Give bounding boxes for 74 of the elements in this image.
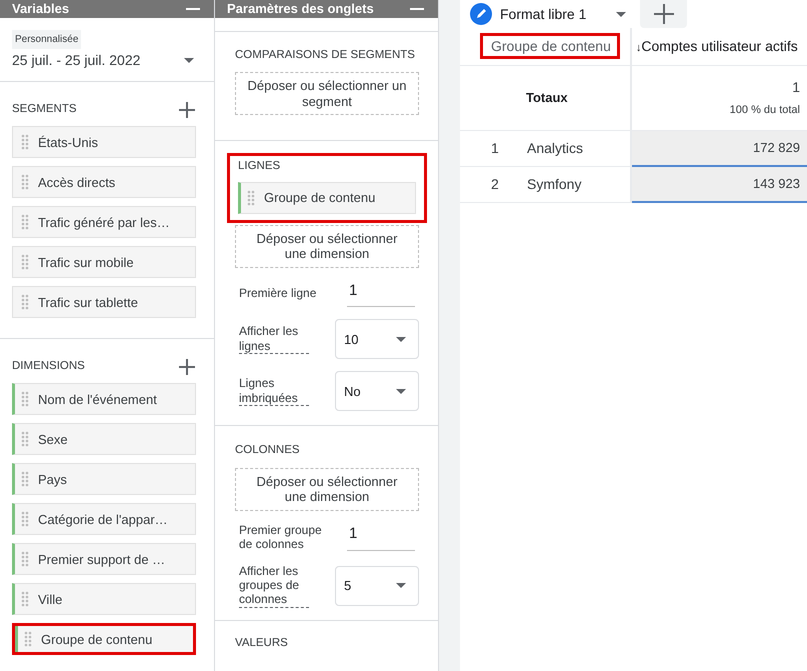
totals-share: 100 % du total (728, 102, 800, 118)
add-icon[interactable] (179, 102, 195, 118)
totals-label: Totaux (526, 90, 568, 105)
section-heading: SEGMENTS (12, 102, 77, 117)
add-tab-button[interactable] (640, 0, 688, 28)
drag-handle-icon (247, 190, 255, 206)
dimension-chip[interactable]: Sexe (12, 423, 196, 456)
segment-chip[interactable]: Trafic sur mobile (12, 246, 196, 278)
metric-cell: 143 923 (630, 166, 807, 202)
date-range-picker[interactable]: 25 juil. - 25 juil. 2022 (12, 50, 194, 71)
panel-title: Paramètres des onglets (227, 0, 374, 18)
segment-chip[interactable]: Trafic généré par les… (12, 206, 196, 238)
dimension-chip[interactable]: Premier support de … (12, 543, 196, 576)
drag-handle-icon (21, 254, 29, 270)
section-heading: LIGNES (238, 159, 282, 174)
number-input[interactable]: 1 (347, 523, 415, 551)
section-heading: DIMENSIONS (12, 359, 85, 374)
section-heading: COLONNES (235, 443, 301, 458)
pencil-icon[interactable] (470, 3, 492, 25)
drag-handle-icon (21, 214, 29, 230)
row-index: 1 (490, 138, 500, 158)
drag-handle-icon (21, 591, 29, 608)
segment-chip[interactable]: Trafic sur tablette (12, 286, 196, 318)
sort-indicator: ↓ (636, 42, 642, 54)
metric-cell: 172 829 (630, 130, 807, 166)
dimension-chip[interactable]: Nom de l'événement (12, 383, 196, 416)
drop-zone[interactable]: Déposer ou sélectionner une dimension (235, 468, 419, 511)
drop-zone[interactable]: Déposer ou sélectionner une dimension (235, 224, 419, 268)
dimension-chip[interactable]: Catégorie de l'appar… (12, 503, 196, 536)
date-range-label: Personnalisée (12, 30, 82, 49)
caret-icon[interactable] (396, 583, 406, 588)
column-header: Groupe de contenu (480, 32, 620, 59)
section-heading: COMPARAISONS DE SEGMENTS (235, 48, 416, 63)
drop-zone[interactable]: Déposer ou sélectionner un segment (235, 72, 419, 116)
minimize-icon[interactable] (186, 7, 200, 11)
drag-handle-icon (21, 391, 29, 408)
caret-icon[interactable] (616, 12, 626, 16)
caret-icon[interactable] (184, 58, 194, 63)
drag-handle-icon (21, 174, 29, 190)
row-index: 2 (490, 174, 500, 194)
totals-value: 1 (791, 78, 800, 97)
drag-handle-icon (21, 551, 29, 568)
dropdown-select[interactable]: 5 (335, 566, 419, 606)
caret-icon[interactable] (396, 388, 406, 394)
segment-chip[interactable]: États-Unis (12, 126, 196, 158)
number-input[interactable]: 1 (347, 280, 415, 308)
add-icon[interactable] (179, 358, 195, 375)
dimension-chip[interactable]: Ville (12, 583, 196, 616)
row-label: Analytics (527, 140, 584, 156)
setting-label: Première ligne (239, 286, 318, 301)
date-range-value: 25 juil. - 25 juil. 2022 (12, 51, 140, 70)
segment-chip[interactable]: Accès directs (12, 166, 196, 198)
setting-label: Afficher les lignes (239, 324, 309, 354)
row-label: Symfony (527, 176, 582, 192)
section-heading: VALEURS (235, 636, 289, 651)
setting-label: Afficher les groupes de colonnes (239, 564, 309, 608)
drag-handle-icon (24, 631, 32, 648)
panel-title: Variables (12, 0, 70, 18)
drag-handle-icon (21, 134, 29, 150)
setting-label: Lignes imbriquées (239, 376, 309, 406)
caret-icon[interactable] (396, 336, 406, 342)
dimension-chip[interactable]: Pays (12, 463, 196, 496)
column-header[interactable]: Comptes utilisateur actifs (641, 38, 798, 54)
drag-handle-icon (21, 431, 29, 448)
dimension-chip[interactable]: Groupe de contenu (12, 623, 196, 656)
drag-handle-icon (21, 471, 29, 488)
dropdown-select[interactable]: No (335, 371, 419, 412)
dimension-chip[interactable]: Groupe de contenu (238, 182, 416, 214)
drag-handle-icon (21, 294, 29, 310)
add-icon[interactable] (654, 4, 674, 24)
setting-label: Premier groupe de colonnes (239, 522, 323, 552)
dropdown-select[interactable]: 10 (335, 319, 419, 360)
drag-handle-icon (21, 511, 29, 528)
minimize-icon[interactable] (410, 7, 424, 11)
